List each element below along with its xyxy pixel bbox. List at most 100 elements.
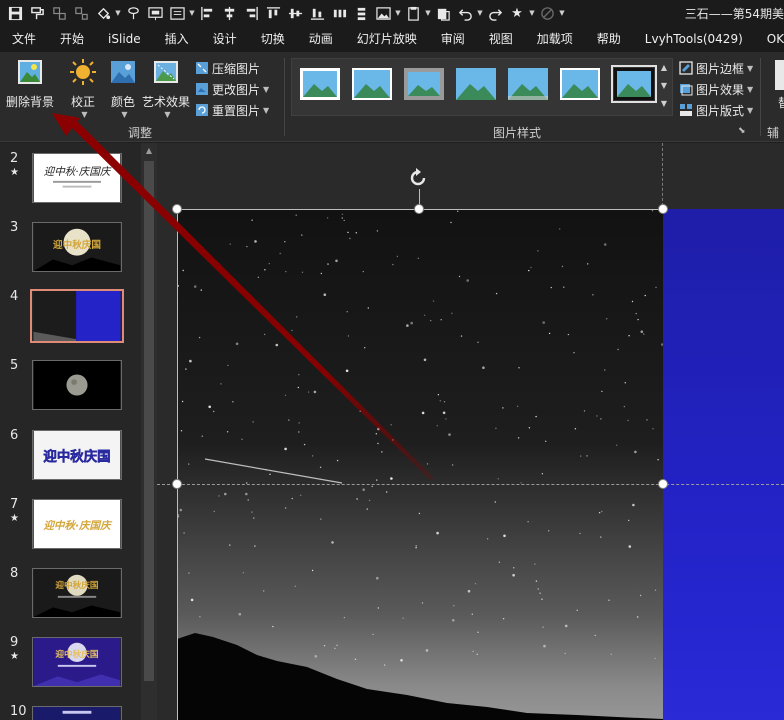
distribute-horizontal-icon[interactable]: [328, 2, 350, 24]
chevron-down-icon[interactable]: ▼: [188, 9, 196, 17]
text-box-icon[interactable]: [166, 2, 188, 24]
slide-number: 4: [10, 289, 19, 304]
chevron-down-icon[interactable]: ▼: [394, 9, 402, 17]
slide-thumbnail[interactable]: 迎中秋庆国: [32, 222, 122, 272]
tab-file[interactable]: 文件: [0, 26, 48, 52]
align-center-icon[interactable]: [218, 2, 240, 24]
align-bottom-icon[interactable]: [306, 2, 328, 24]
tab-review[interactable]: 审阅: [429, 26, 477, 52]
picture-layout-button[interactable]: 图片版式 ▼: [679, 100, 753, 120]
slide-thumbnail[interactable]: 迎中秋庆国: [32, 568, 122, 618]
distribute-vertical-icon[interactable]: [350, 2, 372, 24]
slide-editing-canvas[interactable]: [157, 143, 784, 720]
corrections-button[interactable]: 校正 ▼: [66, 58, 100, 119]
picture-icon[interactable]: [372, 2, 394, 24]
screen-icon[interactable]: [144, 2, 166, 24]
slide-animation-star: ★: [10, 513, 19, 524]
picture-style-thumbnail-selected[interactable]: [611, 65, 657, 103]
blue-rectangle-shape[interactable]: [663, 209, 784, 720]
slide-thumbnail-active[interactable]: [30, 289, 124, 343]
shape-fill-icon[interactable]: [92, 2, 114, 24]
thumbnail-scrollbar[interactable]: ▲: [141, 143, 157, 720]
picture-border-button[interactable]: 图片边框 ▼: [679, 58, 753, 78]
tab-view[interactable]: 视图: [477, 26, 525, 52]
picture-style-thumbnail[interactable]: [404, 68, 444, 100]
slide-thumbnail[interactable]: [32, 360, 122, 410]
tab-help[interactable]: 帮助: [585, 26, 633, 52]
rotate-handle-icon[interactable]: [407, 167, 429, 189]
reset-picture-button[interactable]: 重置图片 ▼: [195, 100, 269, 120]
slide-thumbnail[interactable]: 迎中秋·庆国庆: [32, 153, 122, 203]
partial-ribbon-icon[interactable]: [775, 60, 784, 90]
resize-handle-top-left[interactable]: [172, 204, 182, 214]
dialog-launcher-icon[interactable]: ⬊: [738, 126, 746, 136]
tab-islide[interactable]: iSlide: [96, 26, 153, 52]
chevron-down-icon: ▼: [747, 63, 754, 73]
chevron-down-icon[interactable]: ▼: [528, 9, 536, 17]
picture-styles-group-label: 图片样式: [493, 126, 542, 140]
color-button[interactable]: 颜色 ▼: [106, 58, 140, 119]
change-picture-button[interactable]: 更改图片 ▼: [195, 79, 269, 99]
scroll-thumb[interactable]: [144, 161, 154, 681]
paste-special-icon[interactable]: [402, 2, 424, 24]
chevron-down-icon: ▼: [121, 110, 128, 119]
slide-thumbnail[interactable]: [32, 706, 122, 720]
chevron-down-icon[interactable]: ▼: [114, 9, 122, 17]
gallery-more-icon[interactable]: ▼: [658, 95, 670, 113]
tab-slideshow[interactable]: 幻灯片放映: [345, 26, 429, 52]
chevron-down-icon[interactable]: ▼: [424, 9, 432, 17]
chevron-down-icon[interactable]: ▼: [476, 9, 484, 17]
partial-ribbon-label[interactable]: 替: [778, 94, 784, 111]
svg-text:迎中秋·庆国庆: 迎中秋·庆国庆: [44, 166, 112, 178]
tab-lvyhtools[interactable]: LvyhTools(0429): [633, 26, 755, 52]
color-label: 颜色: [110, 95, 135, 109]
resize-handle-right[interactable]: [658, 479, 668, 489]
tab-transitions[interactable]: 切换: [249, 26, 297, 52]
picture-style-thumbnail[interactable]: [508, 68, 548, 100]
tab-insert[interactable]: 插入: [153, 26, 201, 52]
gallery-down-icon[interactable]: ▼: [658, 77, 670, 95]
picture-border-label: 图片边框: [696, 61, 745, 76]
slide-thumbnail[interactable]: 迎中秋·庆国庆: [32, 499, 122, 549]
disabled-circle-icon[interactable]: [536, 2, 558, 24]
redo-icon[interactable]: [484, 2, 506, 24]
format-painter-icon[interactable]: [26, 2, 48, 24]
remove-background-button[interactable]: 删除背景: [5, 58, 55, 110]
undo-icon[interactable]: [454, 2, 476, 24]
night-sky-picture[interactable]: [177, 209, 663, 720]
resize-handle-left[interactable]: [172, 479, 182, 489]
save-icon[interactable]: [4, 2, 26, 24]
align-middle-icon[interactable]: [284, 2, 306, 24]
artistic-effects-button[interactable]: 艺术效果 ▼: [142, 58, 190, 119]
chevron-down-icon[interactable]: ▼: [558, 9, 566, 17]
ungroup-icon[interactable]: [70, 2, 92, 24]
align-right-icon[interactable]: [240, 2, 262, 24]
tab-okplus[interactable]: OKPlu: [755, 26, 784, 52]
clipboard-icon[interactable]: [432, 2, 454, 24]
resize-handle-top-right[interactable]: [658, 204, 668, 214]
star-icon[interactable]: ★: [506, 2, 528, 24]
compress-pictures-button[interactable]: 压缩图片: [195, 58, 260, 78]
tab-home[interactable]: 开始: [48, 26, 96, 52]
scroll-up-icon[interactable]: ▲: [141, 143, 157, 159]
slide-animation-star: ★: [10, 651, 19, 662]
picture-style-thumbnail[interactable]: [352, 68, 392, 100]
picture-style-thumbnail[interactable]: [560, 68, 600, 100]
resize-handle-top[interactable]: [414, 204, 424, 214]
align-top-icon[interactable]: [262, 2, 284, 24]
tab-addins[interactable]: 加载项: [525, 26, 585, 52]
slide-thumbnail[interactable]: 迎中秋庆国 迎中秋庆国: [32, 430, 122, 480]
picture-effects-button[interactable]: 图片效果 ▼: [679, 79, 753, 99]
gallery-up-icon[interactable]: ▲: [658, 59, 670, 77]
group-icon[interactable]: [48, 2, 70, 24]
slide-number: 2: [10, 151, 19, 166]
align-left-icon[interactable]: [196, 2, 218, 24]
change-picture-icon: [196, 83, 208, 95]
picture-style-thumbnail[interactable]: [300, 68, 340, 100]
remove-background-icon: [18, 60, 42, 84]
tab-animations[interactable]: 动画: [297, 26, 345, 52]
tab-design[interactable]: 设计: [201, 26, 249, 52]
slide-thumbnail[interactable]: 迎中秋庆国: [32, 637, 122, 687]
eyedropper-icon[interactable]: [122, 2, 144, 24]
picture-style-thumbnail[interactable]: [456, 68, 496, 100]
